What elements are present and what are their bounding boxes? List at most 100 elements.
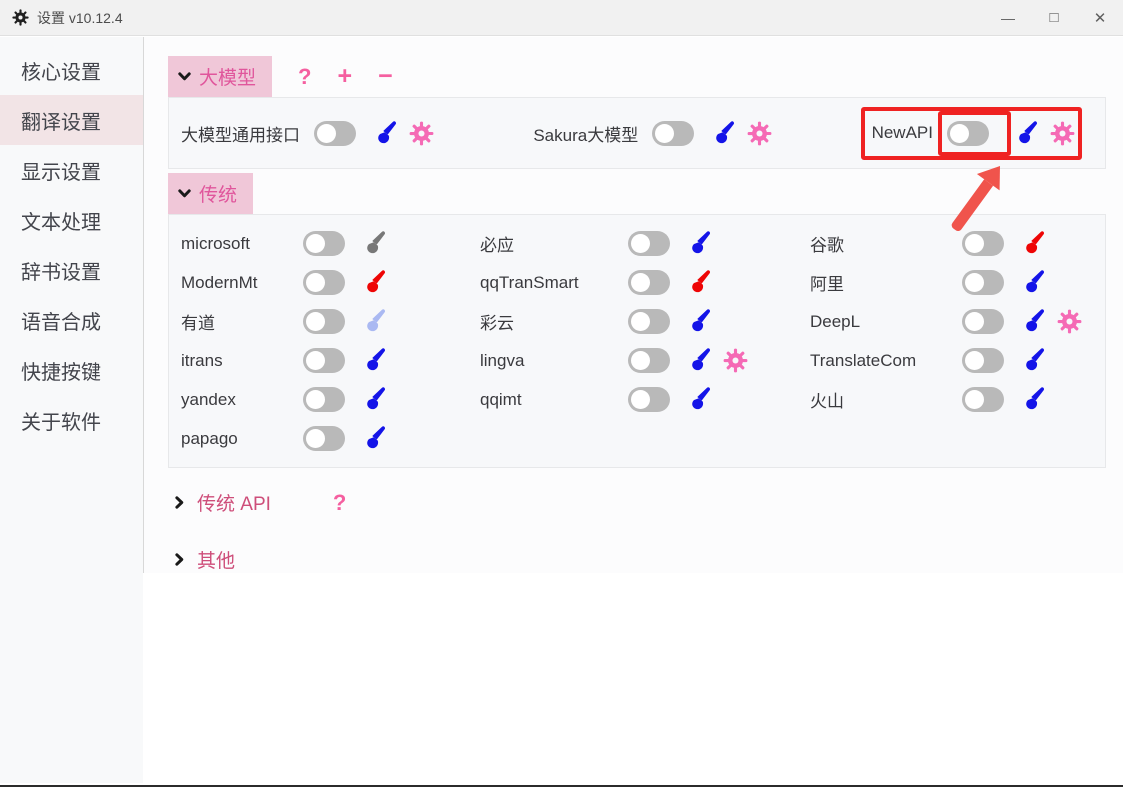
sidebar-item-translation-settings[interactable]: 翻译设置 xyxy=(0,95,143,145)
service-row-google: 谷歌 xyxy=(810,224,1100,263)
service-row-llm-generic: 大模型通用接口 xyxy=(181,120,434,147)
llm-help-button[interactable]: ? xyxy=(298,66,311,88)
service-toggle[interactable] xyxy=(628,387,670,412)
chevron-right-icon xyxy=(172,495,187,510)
service-toggle[interactable] xyxy=(303,348,345,373)
brush-icon[interactable] xyxy=(359,425,386,452)
minimize-button[interactable]: — xyxy=(985,0,1031,36)
traditional-api-help-button[interactable]: ? xyxy=(333,492,346,514)
service-label: 大模型通用接口 xyxy=(181,121,300,146)
traditional-api-section-title: 传统 API xyxy=(197,489,271,516)
service-label: microsoft xyxy=(181,234,303,254)
chevron-down-icon xyxy=(177,186,192,201)
service-row-qqimt: qqimt xyxy=(480,380,810,419)
brush-icon[interactable] xyxy=(684,386,711,413)
other-section-title: 其他 xyxy=(197,546,235,573)
traditional-section-header[interactable]: 传统 xyxy=(168,173,253,214)
service-toggle[interactable] xyxy=(628,270,670,295)
brush-icon[interactable] xyxy=(1018,230,1045,257)
gear-icon[interactable] xyxy=(409,121,434,146)
brush-icon[interactable] xyxy=(684,269,711,296)
service-row-modernmt: ModernMt xyxy=(181,263,480,302)
traditional-api-section-header[interactable]: 传统 API ? xyxy=(172,489,1123,516)
brush-icon[interactable] xyxy=(1018,269,1045,296)
sidebar-item-text-processing[interactable]: 文本处理 xyxy=(0,195,143,245)
service-toggle[interactable] xyxy=(303,270,345,295)
other-section-header[interactable]: 其他 xyxy=(172,546,1123,573)
settings-sidebar: 核心设置 翻译设置 显示设置 文本处理 辞书设置 语音合成 快捷按键 关于软件 xyxy=(0,37,143,783)
translation-settings-panel: 大模型 ? + − 大模型通用接口 Sakura大模型 NewAPI xyxy=(143,37,1123,573)
service-label: ModernMt xyxy=(181,273,303,293)
traditional-section-body: microsoft ModernMt 有道 itrans yandex xyxy=(168,214,1106,468)
service-toggle[interactable] xyxy=(652,121,694,146)
brush-icon[interactable] xyxy=(359,308,386,335)
brush-icon[interactable] xyxy=(684,230,711,257)
service-label: 火山 xyxy=(810,387,962,412)
close-button[interactable]: ✕ xyxy=(1077,0,1123,36)
app-gear-icon xyxy=(12,9,29,26)
service-toggle[interactable] xyxy=(628,348,670,373)
brush-icon[interactable] xyxy=(684,347,711,374)
service-label: 彩云 xyxy=(480,309,628,334)
chevron-down-icon xyxy=(177,69,192,84)
service-label: 阿里 xyxy=(810,270,962,295)
sidebar-item-speech-synthesis[interactable]: 语音合成 xyxy=(0,295,143,345)
service-label: 谷歌 xyxy=(810,231,962,256)
brush-icon[interactable] xyxy=(1018,386,1045,413)
llm-section-header[interactable]: 大模型 xyxy=(168,56,272,97)
window-title: 设置 v10.12.4 xyxy=(37,8,123,28)
brush-icon[interactable] xyxy=(684,308,711,335)
gear-icon[interactable] xyxy=(1050,121,1075,146)
service-label: 必应 xyxy=(480,231,628,256)
window-controls: — □ ✕ xyxy=(985,0,1123,36)
brush-icon[interactable] xyxy=(359,386,386,413)
gear-icon[interactable] xyxy=(1057,309,1082,334)
service-label: lingva xyxy=(480,351,628,371)
brush-icon[interactable] xyxy=(1018,308,1045,335)
service-row-yandex: yandex xyxy=(181,380,480,419)
sidebar-item-dictionary-settings[interactable]: 辞书设置 xyxy=(0,245,143,295)
gear-icon[interactable] xyxy=(747,121,772,146)
llm-remove-button[interactable]: − xyxy=(378,64,393,89)
traditional-section-header-row: 传统 xyxy=(168,173,1123,214)
service-row-ali: 阿里 xyxy=(810,263,1100,302)
service-toggle[interactable] xyxy=(303,387,345,412)
service-toggle[interactable] xyxy=(962,270,1004,295)
service-toggle[interactable] xyxy=(303,231,345,256)
service-toggle[interactable] xyxy=(947,121,989,146)
service-toggle[interactable] xyxy=(628,231,670,256)
sidebar-item-about[interactable]: 关于软件 xyxy=(0,395,143,445)
service-toggle[interactable] xyxy=(314,121,356,146)
service-toggle[interactable] xyxy=(962,348,1004,373)
brush-icon[interactable] xyxy=(1018,347,1045,374)
sidebar-item-display-settings[interactable]: 显示设置 xyxy=(0,145,143,195)
brush-icon[interactable] xyxy=(370,120,397,147)
service-toggle[interactable] xyxy=(962,387,1004,412)
llm-add-button[interactable]: + xyxy=(337,64,352,89)
service-label: qqTranSmart xyxy=(480,273,628,293)
service-label: 有道 xyxy=(181,309,303,334)
service-row-microsoft: microsoft xyxy=(181,224,480,263)
sidebar-item-core-settings[interactable]: 核心设置 xyxy=(0,45,143,95)
brush-icon[interactable] xyxy=(359,269,386,296)
service-row-newapi: NewAPI xyxy=(872,120,1075,147)
service-column-3: 谷歌 阿里 DeepL TranslateCom 火山 xyxy=(810,224,1100,458)
gear-icon[interactable] xyxy=(723,348,748,373)
service-toggle[interactable] xyxy=(303,309,345,334)
service-toggle[interactable] xyxy=(962,231,1004,256)
brush-icon[interactable] xyxy=(1011,120,1038,147)
service-toggle[interactable] xyxy=(303,426,345,451)
service-label: TranslateCom xyxy=(810,351,962,371)
sidebar-item-shortcut-keys[interactable]: 快捷按键 xyxy=(0,345,143,395)
brush-icon[interactable] xyxy=(359,230,386,257)
service-toggle[interactable] xyxy=(628,309,670,334)
maximize-button[interactable]: □ xyxy=(1031,0,1077,36)
service-row-itrans: itrans xyxy=(181,341,480,380)
service-row-qqtransmart: qqTranSmart xyxy=(480,263,810,302)
brush-icon[interactable] xyxy=(359,347,386,374)
service-label: yandex xyxy=(181,390,303,410)
service-row-bing: 必应 xyxy=(480,224,810,263)
service-row-translatecom: TranslateCom xyxy=(810,341,1100,380)
brush-icon[interactable] xyxy=(708,120,735,147)
service-toggle[interactable] xyxy=(962,309,1004,334)
